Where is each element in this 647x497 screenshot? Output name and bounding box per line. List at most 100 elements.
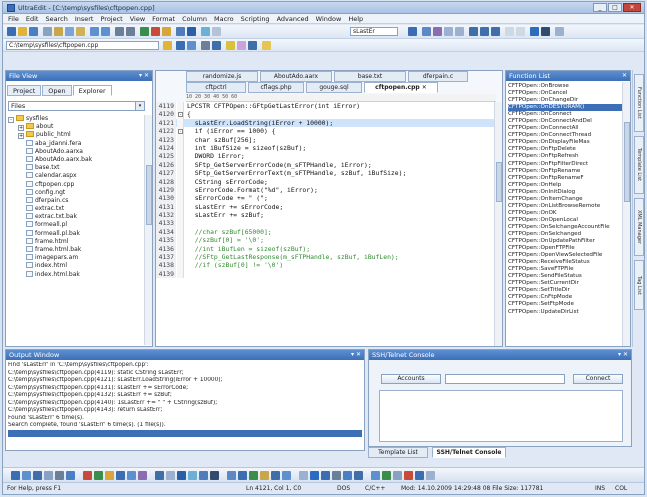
function-item[interactable]: CFTPOpen::OnOK [508,210,622,217]
tree-file[interactable]: AboutAdo.aarx.bak [8,155,142,164]
settings-icon[interactable] [541,27,550,36]
print-icon[interactable] [43,27,52,36]
side-tab-xml-manager[interactable]: XML Manager [634,198,644,256]
script-icon[interactable] [248,41,257,50]
bottom-tool-icon[interactable] [227,471,236,480]
output-line[interactable]: C:\temp\sysfiles\cftpopen.cpp(4143): ret… [8,407,362,415]
tree-file[interactable]: AboutAdo.aarxa [8,147,142,156]
function-item[interactable]: CFTPOpen::OnCancel [508,90,622,97]
function-item[interactable]: CFTPOpen::UpdateDirList [508,309,622,316]
editor-scrollbar[interactable] [494,102,502,346]
menu-file[interactable]: File [8,14,19,23]
output-line[interactable]: C:\temp\sysfiles\cftpopen.cpp(4121): sLa… [8,377,362,385]
output-line[interactable]: C:\temp\sysfiles\cftpopen.cpp(4132): sLa… [8,392,362,400]
function-item[interactable]: CFTPOpen::SetCurrentDir [508,280,622,287]
tab-randomize[interactable]: randomize.js [186,71,258,82]
code-line[interactable]: 4125 DWORD iError; [156,152,494,161]
ftp-icon[interactable] [151,27,160,36]
account-combo[interactable] [445,374,565,384]
compile-icon[interactable] [176,27,185,36]
code-line[interactable]: 4134 //char szBuf[65000]; [156,227,494,237]
tree-file[interactable]: calendar.aspx [8,172,142,180]
function-item[interactable]: CFTPOpen::OnDESTORAM() [508,104,622,112]
bottom-tool-icon[interactable] [299,471,308,480]
function-item[interactable]: CFTPOpen::OnChangeDir [508,97,622,104]
minimize-button[interactable]: _ [593,3,607,12]
panel-close-icon[interactable]: ✕ [622,71,627,81]
tab-aboutado[interactable]: AboutAdo.aarx [260,71,332,82]
code-line[interactable]: 4131 sLastErr += sErrorCode; [156,202,494,212]
function-item[interactable]: CFTPOpen::SaveFTPFile [508,266,622,273]
code-line[interactable]: 4123 char szBuf[256]; [156,135,494,144]
output-line[interactable]: Find 'sLastErr' in 'C:\temp\sysfiles\cft… [8,362,362,370]
save-icon[interactable] [29,27,38,36]
tab-cflags[interactable]: cflags.php [248,82,304,93]
bottom-tool-icon[interactable] [260,471,269,480]
output-line[interactable]: C:\temp\sysfiles\cftpopen.cpp(4140): 1sL… [8,400,362,408]
tree-file[interactable]: dferpain.cs [8,196,142,205]
find-next-icon[interactable] [422,27,431,36]
code-line[interactable]: 4120-{ [156,110,494,119]
code-line[interactable]: 4139 [156,269,494,279]
tree-file[interactable]: aba_jdanni.fera [8,139,142,148]
bottom-tool-icon[interactable] [282,471,291,480]
function-item[interactable]: CFTPOpen::ReceiveFileStatus [508,259,622,266]
menu-project[interactable]: Project [100,14,122,23]
layout-icon[interactable] [505,27,514,36]
tab-explorer[interactable]: Explorer [72,85,112,96]
output-line[interactable]: C:\temp\sysfiles\cftpopen.cpp(4119): sta… [8,370,362,378]
function-item[interactable]: CFTPOpen::OnFtpRenameF [508,175,622,182]
undo-icon[interactable] [90,27,99,36]
bottom-tool-icon[interactable] [33,471,42,480]
function-item[interactable]: CFTPOpen::OnHelp [508,182,622,189]
menu-macro[interactable]: Macro [214,14,234,23]
tab-template-list[interactable]: Template List [368,447,428,458]
bottom-tool-icon[interactable] [11,471,20,480]
bottom-tool-icon[interactable] [199,471,208,480]
tab-cftpctrl[interactable]: cftpctrl [186,82,246,93]
replace-icon[interactable] [126,27,135,36]
bottom-tool-icon[interactable] [343,471,352,480]
browse-folder-icon[interactable] [163,41,172,50]
search-input[interactable]: sLastEr [350,27,398,36]
function-item[interactable]: CFTPOpen::OnFtpDelete [508,146,622,153]
side-tab-template-list[interactable]: Template List [634,136,644,194]
tree-file[interactable]: formeall.pl [8,221,142,229]
tree-folder[interactable]: - sysfiles [8,115,142,123]
tab-cftpopen[interactable]: cftpopen.cpp ✕ [364,82,438,93]
code-line[interactable]: 4133 [156,219,494,228]
bottom-tool-icon[interactable] [55,471,64,480]
bottom-tool-icon[interactable] [22,471,31,480]
scroll-thumb[interactable] [146,165,152,225]
help-icon[interactable] [530,27,539,36]
function-item[interactable]: CFTPOpen::OpenFTPFile [508,245,622,252]
panel-icon[interactable] [516,27,525,36]
code-line[interactable]: 4126 SFtp_GetServerErrorCode(m_sFTPHandl… [156,160,494,170]
code-line[interactable]: 4138 //if (szBuf[0] != '\0') [156,261,494,270]
cut-icon[interactable] [54,27,63,36]
close-button[interactable]: ✕ [623,3,641,12]
tab-base[interactable]: base.txt [334,71,406,82]
filter-combo[interactable]: Files ▾ [8,101,145,111]
menu-view[interactable]: View [130,14,145,23]
tree-folder[interactable]: + public_html [8,131,142,140]
function-list-scrollbar[interactable] [622,82,630,346]
bottom-tool-icon[interactable] [94,471,103,480]
expand-icon[interactable]: + [18,125,24,132]
highlight-icon[interactable] [226,41,235,50]
bottom-tool-icon[interactable] [310,471,319,480]
menu-insert[interactable]: Insert [75,14,94,23]
bottom-tool-icon[interactable] [404,471,413,480]
function-item[interactable]: CFTPOpen::OpenViewSelectedFile [508,252,622,259]
tree-file[interactable]: frame.html.bak [8,246,142,254]
bottom-tool-icon[interactable] [188,471,197,480]
function-item[interactable]: CFTPOpen::OnFtpFilterDirect [508,161,622,168]
unindent-icon[interactable] [455,27,464,36]
tree-file[interactable]: index.html.bak [8,270,142,279]
function-item[interactable]: CFTPOpen::OnInitDialog [508,189,622,196]
bottom-tool-icon[interactable] [415,471,424,480]
code-line[interactable]: 4129 sErrorCode.Format("%d", iError); [156,185,494,195]
file-tree-scrollbar[interactable] [144,115,152,345]
bottom-tool-icon[interactable] [238,471,247,480]
bottom-tool-icon[interactable] [271,471,280,480]
